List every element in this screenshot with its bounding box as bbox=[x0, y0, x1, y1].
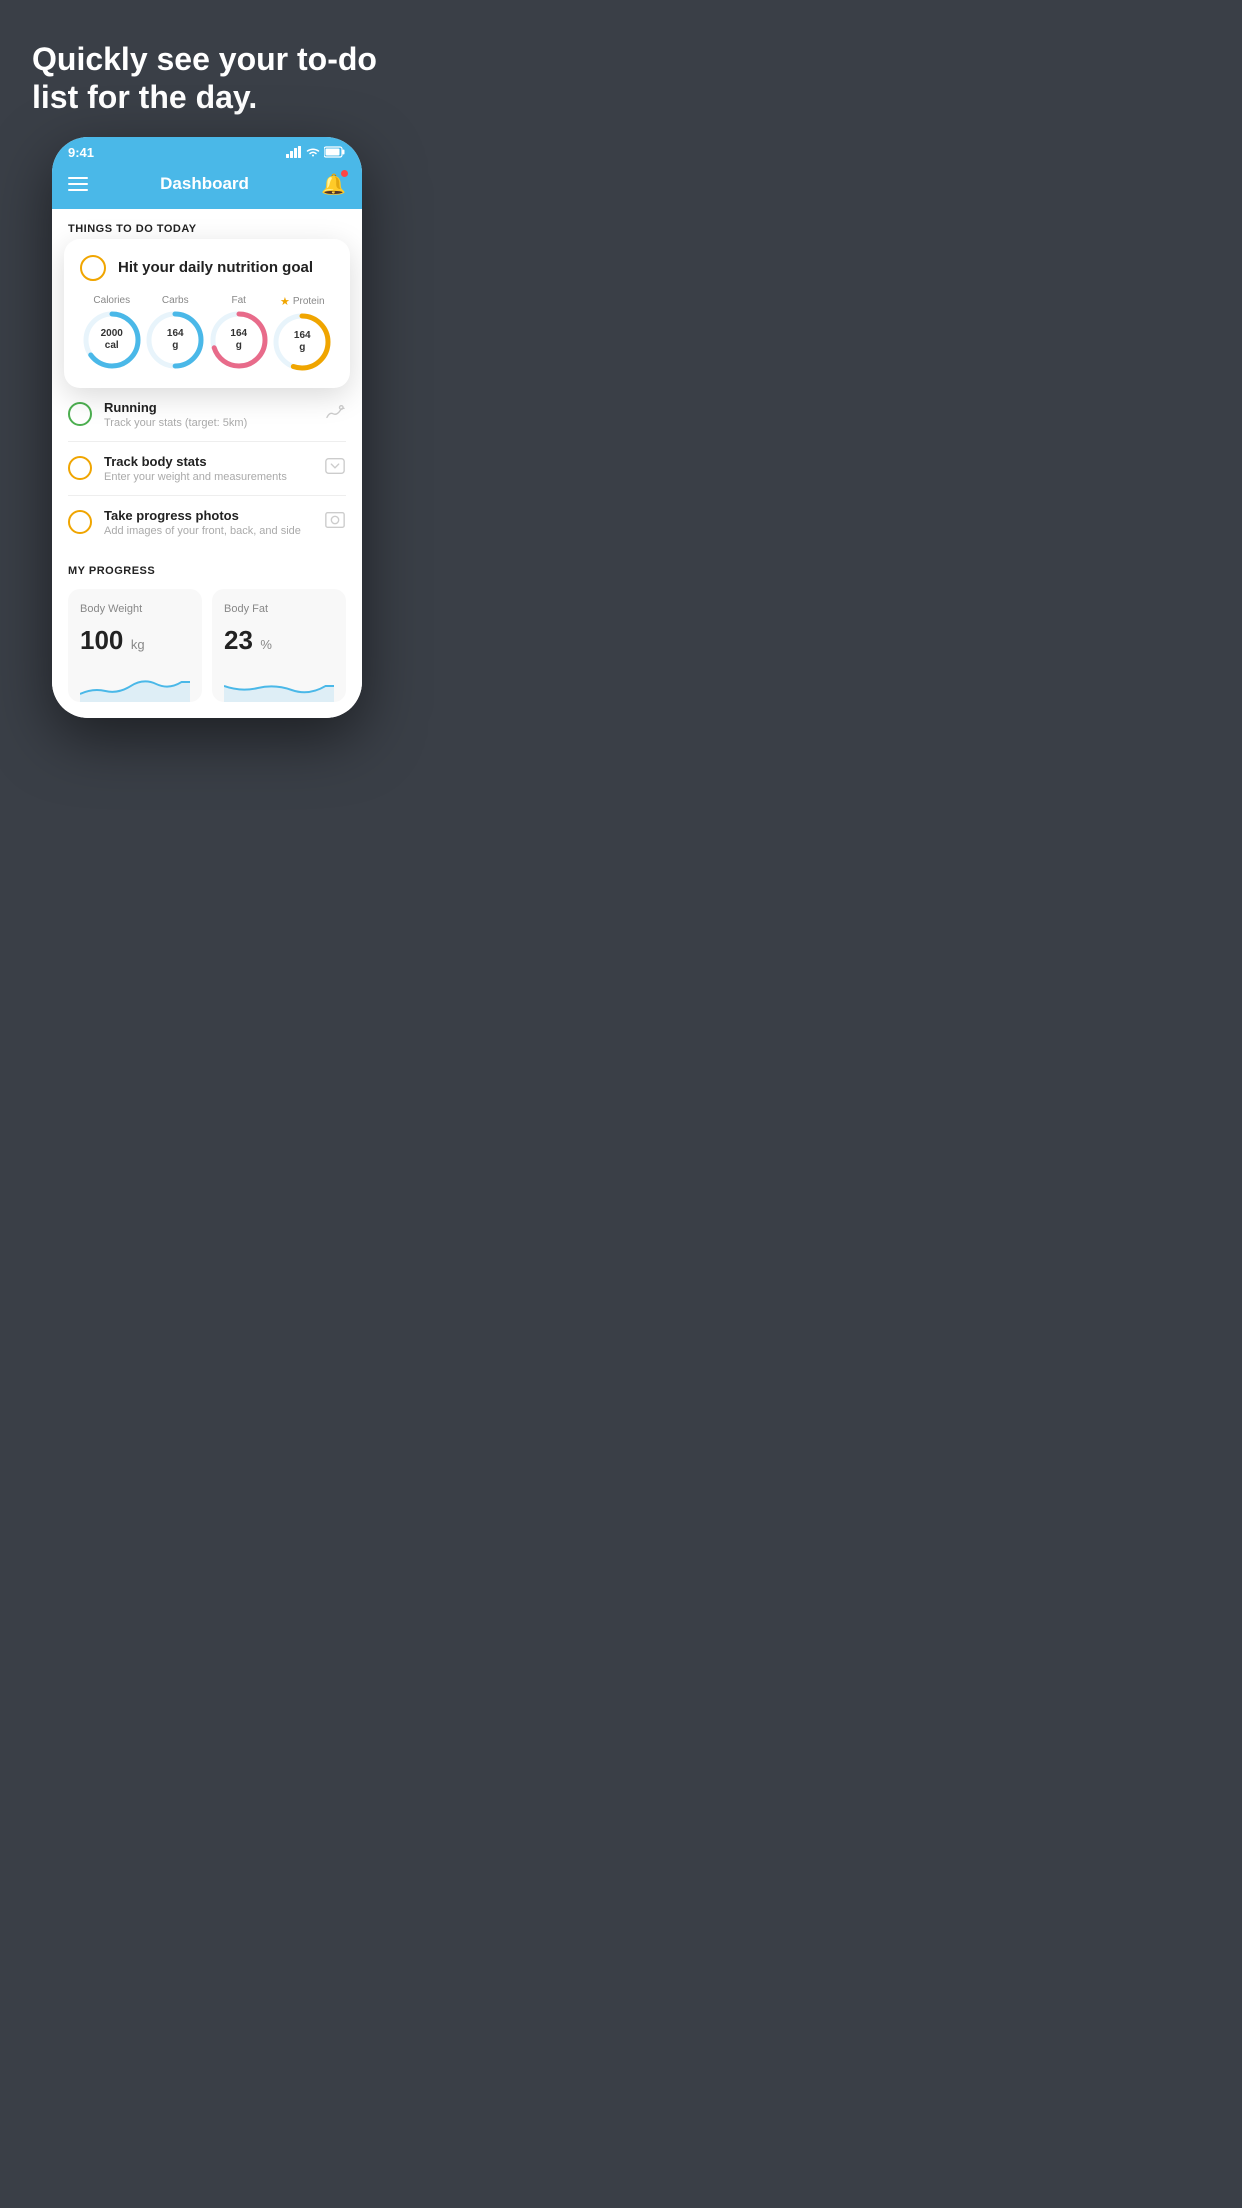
photos-checkbox[interactable] bbox=[68, 510, 92, 534]
todo-item-bodystats[interactable]: Track body stats Enter your weight and m… bbox=[68, 442, 346, 496]
progress-header: MY PROGRESS bbox=[68, 565, 346, 577]
photo-icon bbox=[324, 509, 346, 536]
todo-list: Running Track your stats (target: 5km) T… bbox=[52, 388, 362, 549]
notification-dot bbox=[341, 170, 348, 177]
body-fat-unit: % bbox=[260, 637, 272, 652]
todo-item-running[interactable]: Running Track your stats (target: 5km) bbox=[68, 388, 346, 442]
body-weight-chart bbox=[80, 666, 190, 702]
things-today-header: THINGS TO DO TODAY bbox=[52, 209, 362, 243]
photos-subtitle: Add images of your front, back, and side bbox=[104, 525, 312, 537]
progress-section: MY PROGRESS Body Weight 100 kg bbox=[52, 549, 362, 718]
carbs-label: Carbs bbox=[162, 295, 189, 306]
protein-label: ★ Protein bbox=[280, 295, 325, 308]
nutrition-calories: Calories 2000cal bbox=[82, 295, 142, 370]
notification-button[interactable]: 🔔 bbox=[321, 172, 346, 197]
carbs-ring: 164g bbox=[145, 310, 205, 370]
phone-shell: 9:41 D bbox=[52, 137, 362, 718]
status-icons bbox=[286, 146, 346, 158]
wifi-icon bbox=[306, 147, 320, 158]
body-weight-title: Body Weight bbox=[80, 603, 190, 615]
running-checkbox[interactable] bbox=[68, 402, 92, 426]
progress-cards: Body Weight 100 kg Body Fat bbox=[68, 589, 346, 718]
content-area: THINGS TO DO TODAY Hit your daily nutrit… bbox=[52, 209, 362, 718]
body-fat-title: Body Fat bbox=[224, 603, 334, 615]
calories-ring: 2000cal bbox=[82, 310, 142, 370]
bodystats-content: Track body stats Enter your weight and m… bbox=[104, 454, 312, 483]
todo-item-photos[interactable]: Take progress photos Add images of your … bbox=[68, 496, 346, 549]
status-bar: 9:41 bbox=[52, 137, 362, 164]
calories-label: Calories bbox=[93, 295, 130, 306]
menu-button[interactable] bbox=[68, 177, 88, 191]
running-subtitle: Track your stats (target: 5km) bbox=[104, 417, 312, 429]
nutrition-protein: ★ Protein 164g bbox=[272, 295, 332, 372]
bodystats-checkbox[interactable] bbox=[68, 456, 92, 480]
nav-bar: Dashboard 🔔 bbox=[52, 164, 362, 209]
body-fat-value: 23 bbox=[224, 625, 253, 655]
hero-section: Quickly see your to-do list for the day. bbox=[0, 0, 414, 137]
fat-ring: 164g bbox=[209, 310, 269, 370]
nutrition-card: Hit your daily nutrition goal Calories 2… bbox=[64, 239, 350, 388]
nutrition-card-title: Hit your daily nutrition goal bbox=[118, 259, 313, 276]
body-weight-card[interactable]: Body Weight 100 kg bbox=[68, 589, 202, 702]
body-fat-chart bbox=[224, 666, 334, 702]
body-weight-value: 100 bbox=[80, 625, 123, 655]
star-icon: ★ bbox=[280, 295, 290, 308]
running-icon bbox=[324, 403, 346, 426]
status-time: 9:41 bbox=[68, 145, 94, 160]
photos-content: Take progress photos Add images of your … bbox=[104, 508, 312, 537]
running-content: Running Track your stats (target: 5km) bbox=[104, 400, 312, 429]
hero-title: Quickly see your to-do list for the day. bbox=[32, 40, 382, 117]
body-weight-unit: kg bbox=[131, 637, 145, 652]
protein-ring: 164g bbox=[272, 312, 332, 372]
nutrition-row: Calories 2000cal Carbs bbox=[80, 295, 334, 372]
bodystats-title: Track body stats bbox=[104, 454, 312, 469]
running-title: Running bbox=[104, 400, 312, 415]
scale-icon bbox=[324, 455, 346, 482]
signal-icon bbox=[286, 146, 302, 158]
fat-label: Fat bbox=[232, 295, 246, 306]
nutrition-carbs: Carbs 164g bbox=[145, 295, 205, 370]
battery-icon bbox=[324, 146, 346, 158]
nav-title: Dashboard bbox=[160, 174, 249, 194]
nutrition-fat: Fat 164g bbox=[209, 295, 269, 370]
body-fat-card[interactable]: Body Fat 23 % bbox=[212, 589, 346, 702]
nutrition-checkbox[interactable] bbox=[80, 255, 106, 281]
bodystats-subtitle: Enter your weight and measurements bbox=[104, 471, 312, 483]
photos-title: Take progress photos bbox=[104, 508, 312, 523]
